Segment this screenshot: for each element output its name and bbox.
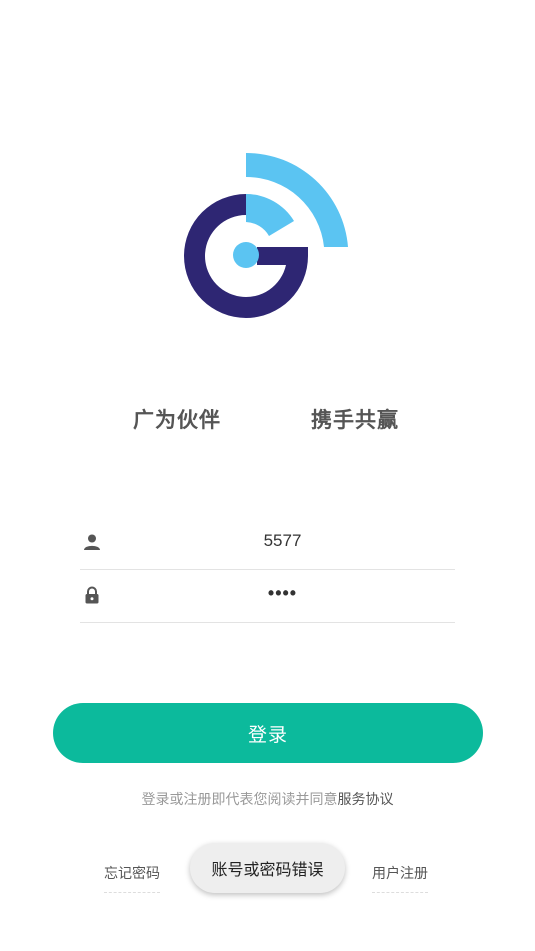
brand-logo-icon (184, 152, 348, 318)
slogan-right: 携手共赢 (311, 408, 399, 432)
login-button[interactable]: 登录 (53, 703, 483, 763)
error-toast: 账号或密码错误 (190, 843, 345, 893)
username-value[interactable]: 5577 (110, 531, 455, 551)
password-value[interactable]: •••• (110, 583, 455, 604)
person-icon (84, 534, 100, 550)
service-agreement-link[interactable]: 服务协议 (338, 792, 394, 808)
lock-icon (85, 586, 99, 604)
agreement-text: 登录或注册即代表您阅读并同意服务协议 (0, 789, 535, 809)
agreement-prefix: 登录或注册即代表您阅读并同意 (141, 792, 338, 808)
register-link[interactable]: 用户注册 (372, 863, 428, 893)
forgot-password-link[interactable]: 忘记密码 (104, 863, 160, 893)
password-field[interactable]: •••• (80, 570, 455, 623)
username-field[interactable]: 5577 (80, 517, 455, 570)
slogan-left: 广为伙伴 (133, 408, 221, 432)
